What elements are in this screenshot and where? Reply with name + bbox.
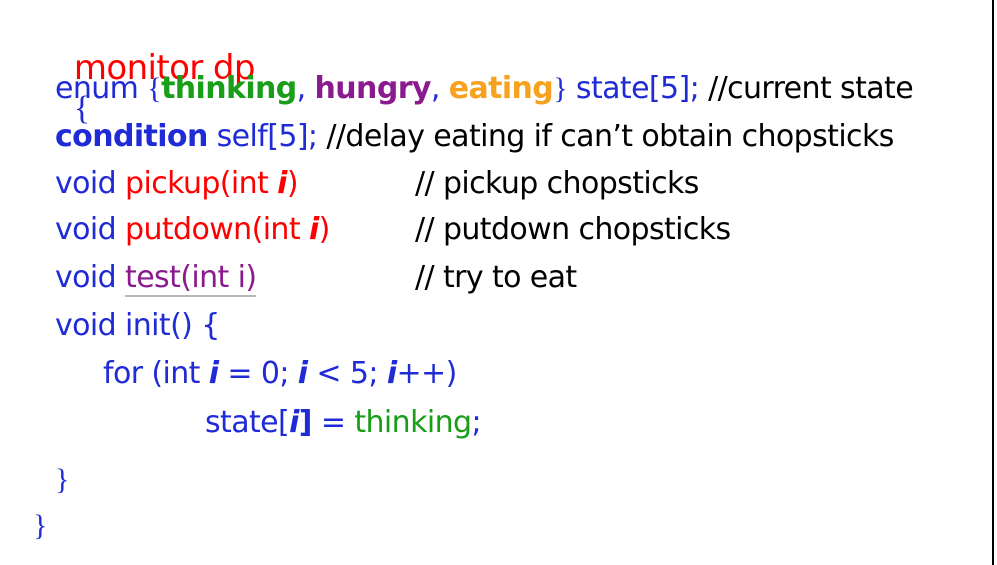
code-line-for: for (int i = 0; i < 5; i++)	[103, 354, 457, 394]
right-border-line	[992, 0, 994, 565]
putdown-close-paren: )	[318, 212, 331, 247]
pickup-close-paren: )	[286, 166, 299, 201]
code-line-putdown: void putdown(int i) // putdown chopsticks	[55, 210, 731, 250]
enum-comma-2: ,	[430, 71, 449, 106]
pickup-param-i: i	[277, 166, 287, 201]
code-line-init: void init() {	[55, 308, 220, 343]
assign-state: state[	[205, 405, 290, 440]
for-inc: ++)	[396, 356, 458, 391]
condition-keyword: condition	[55, 119, 208, 154]
code-line-assign: state[i] = thinking;	[205, 403, 482, 443]
pickup-name: pickup(int	[125, 166, 278, 201]
assign-semicolon: ;	[471, 405, 481, 440]
enum-eating: eating	[448, 71, 554, 106]
putdown-name: putdown(int	[125, 212, 309, 247]
comment-test: // try to eat	[415, 260, 577, 295]
comment-pickup: // pickup chopsticks	[415, 166, 699, 201]
self-array: self[5];	[207, 119, 318, 154]
code-line-pickup: void pickup(int i) // pickup chopsticks	[55, 164, 699, 204]
slide-page: monitor dp { enum {thinking, hungry, eat…	[0, 0, 997, 565]
enum-keyword: enum	[55, 71, 139, 106]
for-cond: < 5;	[307, 356, 387, 391]
putdown-void: void	[55, 212, 126, 247]
test-name: test(int i)	[125, 260, 257, 297]
pickup-void: void	[55, 166, 126, 201]
for-i-3: i	[386, 356, 397, 391]
code-line-condition: condition self[5]; //delay eating if can…	[55, 117, 894, 157]
close-brace-monitor: }	[33, 509, 47, 542]
assign-close-bracket: ]	[298, 405, 313, 440]
close-brace-init: }	[55, 463, 69, 496]
comment-current-state: //current state	[699, 71, 914, 106]
enum-open-brace: {	[147, 72, 162, 105]
test-void: void	[55, 260, 126, 295]
enum-close-brace: }	[553, 72, 567, 105]
for-init: = 0;	[218, 356, 298, 391]
enum-hungry: hungry	[314, 71, 432, 106]
assign-i: i	[289, 405, 299, 440]
state-array: state[5];	[567, 71, 700, 106]
code-line-enum: enum {thinking, hungry, eating} state[5]…	[55, 69, 914, 109]
comment-delay-eating: //delay eating if can’t obtain chopstick…	[317, 119, 894, 154]
code-line-test: void test(int i) // try to eat	[55, 258, 577, 298]
assign-eq: =	[311, 405, 355, 440]
putdown-param-i: i	[308, 212, 319, 247]
comment-putdown: // putdown chopsticks	[415, 212, 731, 247]
assign-thinking: thinking	[354, 405, 472, 440]
enum-comma-1: ,	[296, 71, 315, 106]
for-i-1: i	[208, 356, 219, 391]
enum-thinking: thinking	[161, 71, 297, 106]
for-head: for (int	[103, 356, 209, 391]
